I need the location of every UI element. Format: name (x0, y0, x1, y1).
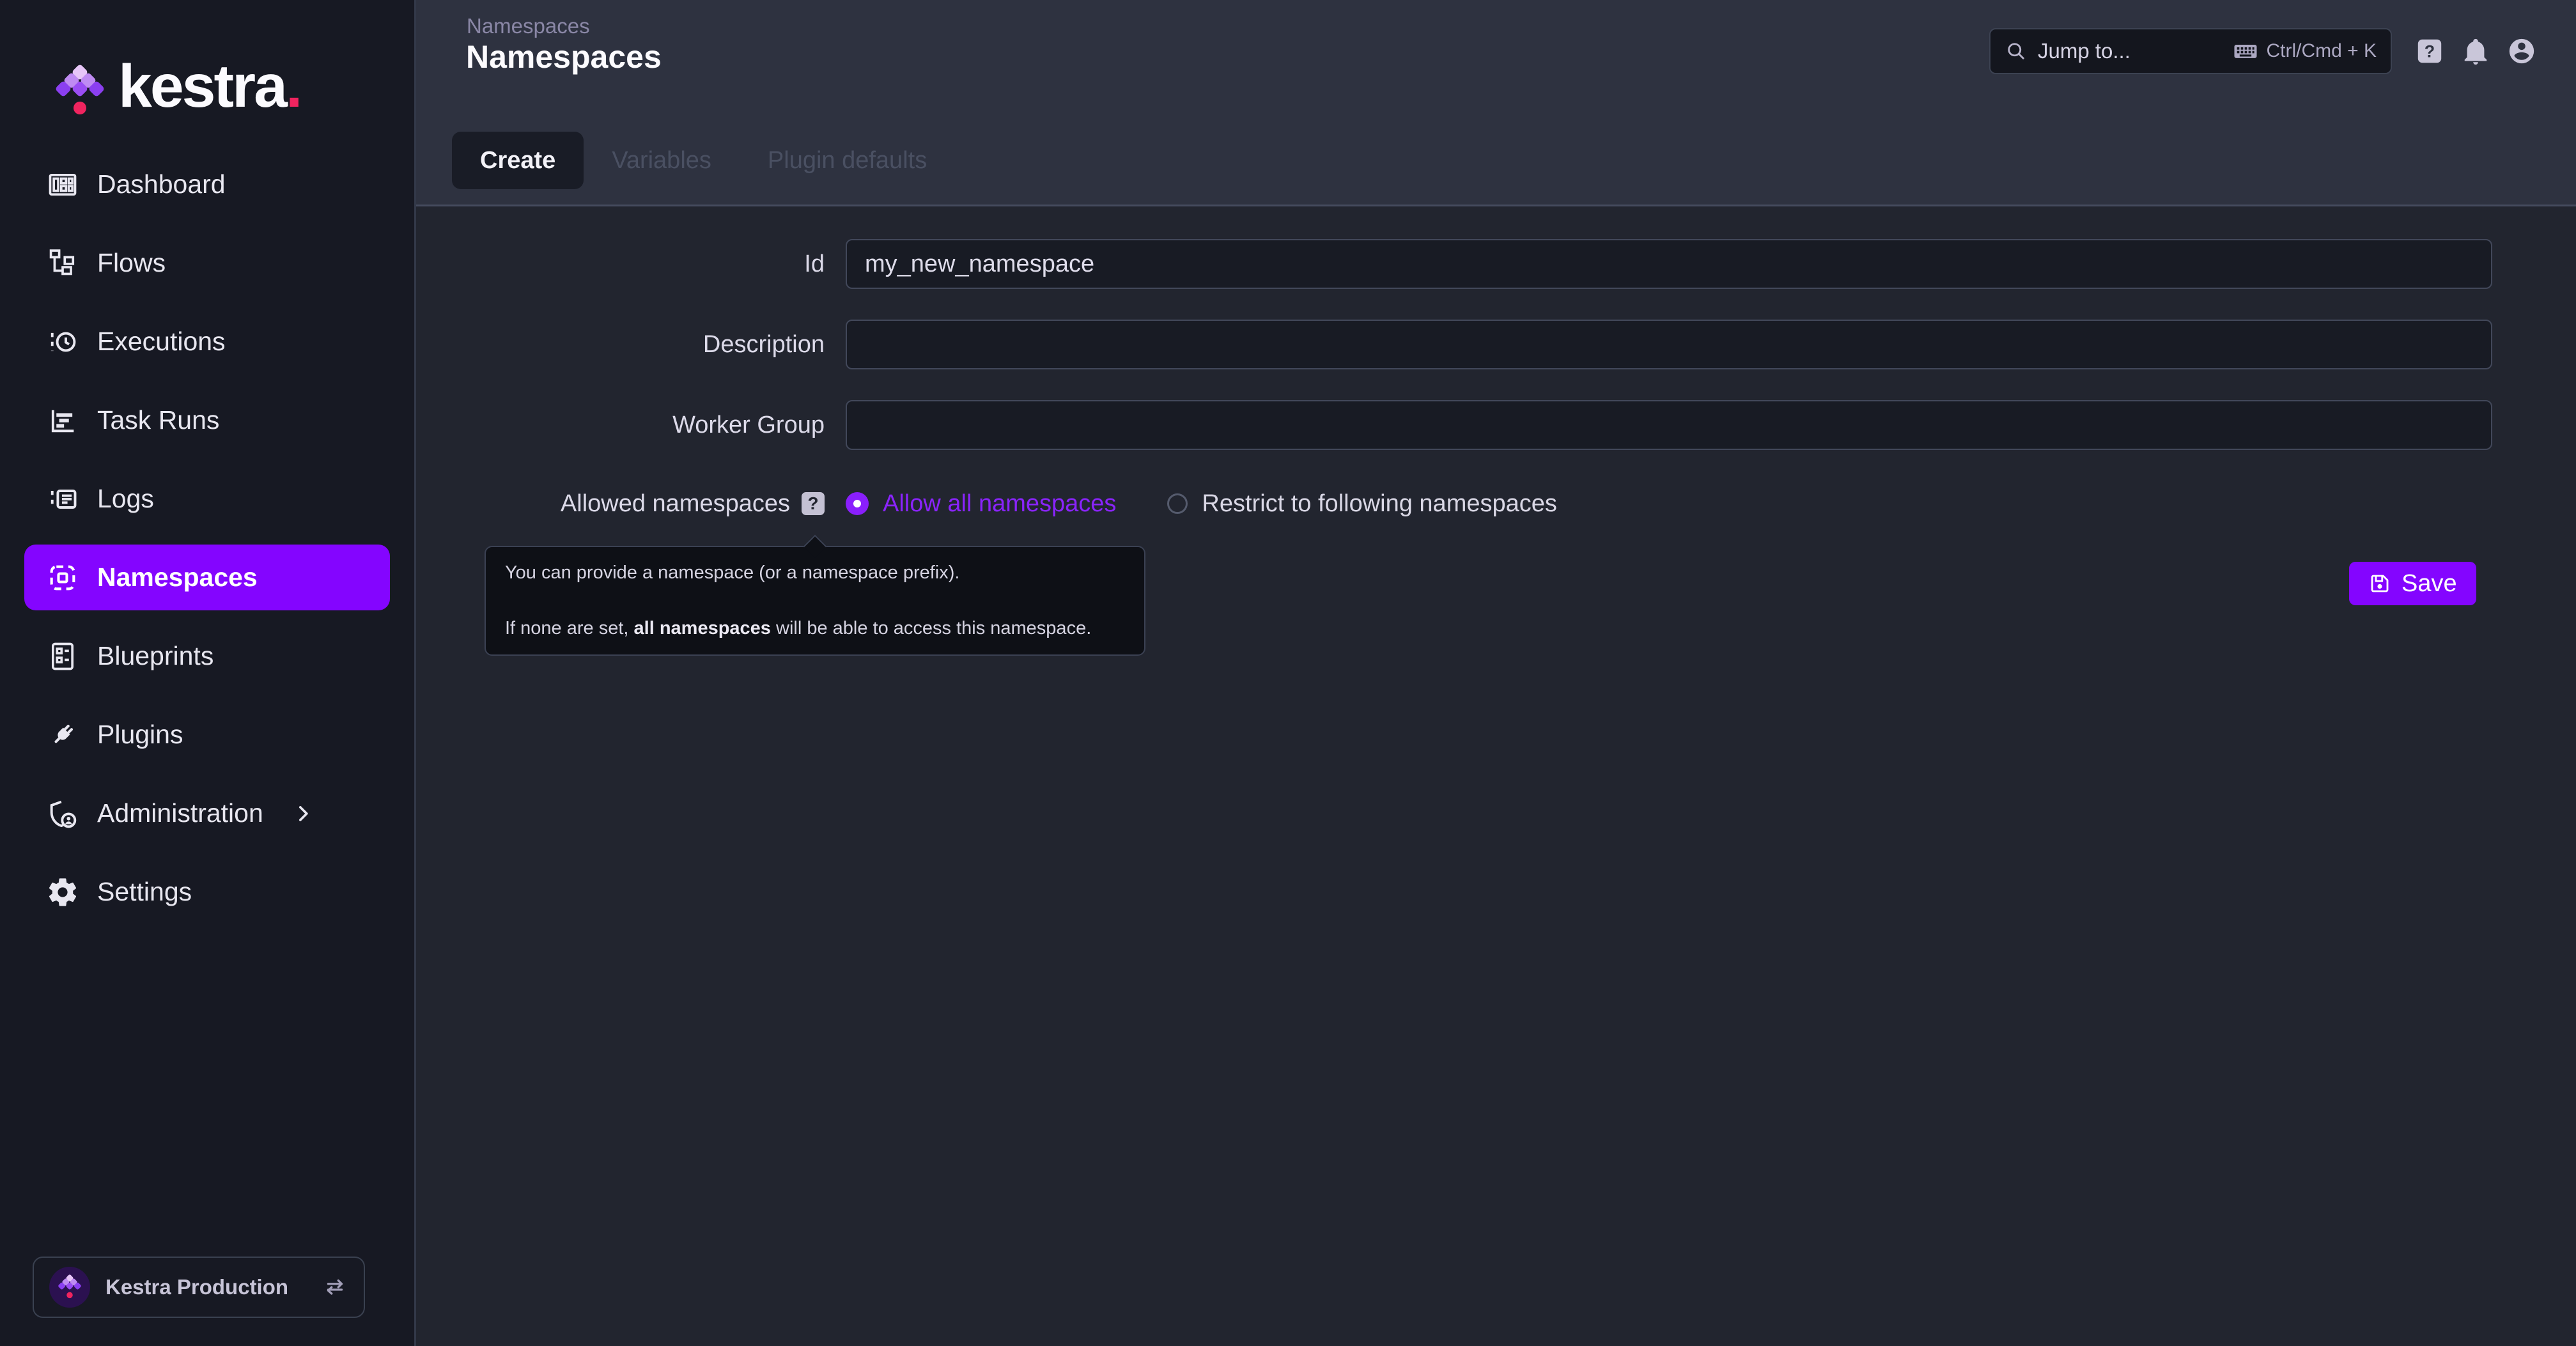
sidebar-item-flows[interactable]: Flows (24, 224, 390, 302)
sidebar-item-label: Task Runs (97, 405, 219, 435)
create-form: Id Description Worker Group Allowed name… (416, 206, 2576, 1346)
account-icon[interactable] (2507, 36, 2536, 66)
swap-horizontal-icon (322, 1274, 348, 1301)
radio-unselected-icon (1167, 493, 1188, 514)
sidebar: kestra. Dashboard (0, 0, 416, 1346)
svg-text:?: ? (2425, 42, 2435, 61)
dashed-square-icon (46, 561, 79, 594)
form-row-worker-group: Worker Group (416, 400, 2576, 450)
chevron-right-icon (290, 801, 316, 826)
form-row-id: Id (416, 239, 2576, 289)
ballot-icon (46, 640, 79, 673)
kestra-logo-text: kestra. (118, 56, 300, 126)
tenant-name: Kestra Production (105, 1275, 322, 1299)
sidebar-item-label: Dashboard (97, 169, 226, 199)
allowed-namespaces-label-cell: Allowed namespaces ? (416, 481, 825, 526)
tab-create[interactable]: Create (452, 132, 584, 189)
header-controls: Ctrl/Cmd + K ? (1989, 28, 2536, 74)
worker-group-field[interactable] (846, 400, 2492, 450)
bell-icon[interactable] (2461, 36, 2490, 66)
sidebar-item-label: Plugins (97, 720, 183, 750)
search-shortcut: Ctrl/Cmd + K (2266, 40, 2377, 62)
page-title: Namespaces (466, 38, 662, 75)
view-dashboard-icon (46, 168, 79, 201)
allowed-namespaces-options: Allow all namespaces Restrict to followi… (846, 481, 1557, 526)
id-label: Id (416, 239, 825, 289)
header-icons: ? (2415, 36, 2536, 66)
allowed-namespaces-label: Allowed namespaces (561, 490, 790, 518)
sidebar-item-namespaces[interactable]: Namespaces (24, 545, 390, 610)
tab-variables[interactable]: Variables (584, 132, 740, 189)
tooltip-line-2: If none are set, all namespaces will be … (505, 618, 1125, 639)
worker-group-label: Worker Group (416, 400, 825, 450)
help-icon[interactable]: ? (2415, 36, 2444, 66)
sidebar-nav: Dashboard Flows Execution (0, 145, 414, 931)
sidebar-item-administration[interactable]: Administration (24, 774, 390, 853)
sidebar-item-settings[interactable]: Settings (24, 853, 390, 931)
sidebar-item-blueprints[interactable]: Blueprints (24, 617, 390, 695)
power-plug-icon (46, 718, 79, 752)
save-button-label: Save (2401, 570, 2457, 598)
allowed-namespaces-row: Allowed namespaces ? Allow all namespace… (416, 481, 2576, 526)
shield-account-icon (46, 797, 79, 830)
save-button[interactable]: Save (2349, 562, 2476, 605)
tab-plugin-defaults[interactable]: Plugin defaults (740, 132, 955, 189)
tenant-selector[interactable]: Kestra Production (33, 1257, 365, 1318)
form-row-description: Description (416, 320, 2576, 369)
kestra-logo-icon (54, 63, 105, 120)
allowed-namespaces-tooltip: You can provide a namespace (or a namesp… (485, 546, 1145, 656)
sidebar-spacer (0, 931, 414, 1257)
description-field[interactable] (846, 320, 2492, 369)
help-box-icon[interactable]: ? (802, 492, 825, 515)
breadcrumb[interactable]: Namespaces (467, 14, 590, 38)
file-tree-icon (46, 247, 79, 280)
search-icon (2005, 40, 2028, 63)
radio-restrict-namespaces[interactable]: Restrict to following namespaces (1167, 490, 1556, 518)
keyboard-icon (2233, 38, 2258, 64)
radio-allow-all-namespaces[interactable]: Allow all namespaces (846, 490, 1116, 518)
save-icon (2368, 572, 2391, 595)
description-label: Description (416, 320, 825, 369)
sidebar-item-label: Namespaces (97, 562, 258, 592)
main-area: Namespaces Namespaces (416, 0, 2576, 1346)
kestra-logo[interactable]: kestra. (54, 56, 414, 126)
timeline-clock-icon (46, 325, 79, 359)
sidebar-item-label: Administration (97, 798, 263, 828)
sidebar-item-label: Blueprints (97, 641, 213, 671)
chart-bars-icon (46, 404, 79, 437)
sidebar-item-task-runs[interactable]: Task Runs (24, 381, 390, 460)
gear-icon (46, 876, 79, 909)
sidebar-item-label: Logs (97, 484, 154, 514)
sidebar-item-plugins[interactable]: Plugins (24, 695, 390, 774)
tab-bar: Create Variables Plugin defaults (452, 132, 955, 189)
tenant-avatar (49, 1267, 90, 1308)
log-list-icon (46, 483, 79, 516)
sidebar-item-label: Flows (97, 248, 166, 278)
sidebar-item-dashboard[interactable]: Dashboard (24, 145, 390, 224)
global-search[interactable]: Ctrl/Cmd + K (1989, 28, 2392, 74)
jump-to-input[interactable] (2038, 39, 2233, 63)
id-field[interactable] (846, 239, 2492, 289)
sidebar-item-executions[interactable]: Executions (24, 302, 390, 381)
tooltip-line-1: You can provide a namespace (or a namesp… (505, 562, 1125, 584)
sidebar-item-label: Executions (97, 327, 226, 357)
sidebar-item-logs[interactable]: Logs (24, 460, 390, 538)
page-header: Namespaces Namespaces (416, 0, 2576, 206)
sidebar-item-label: Settings (97, 877, 192, 907)
radio-selected-icon (846, 492, 869, 515)
